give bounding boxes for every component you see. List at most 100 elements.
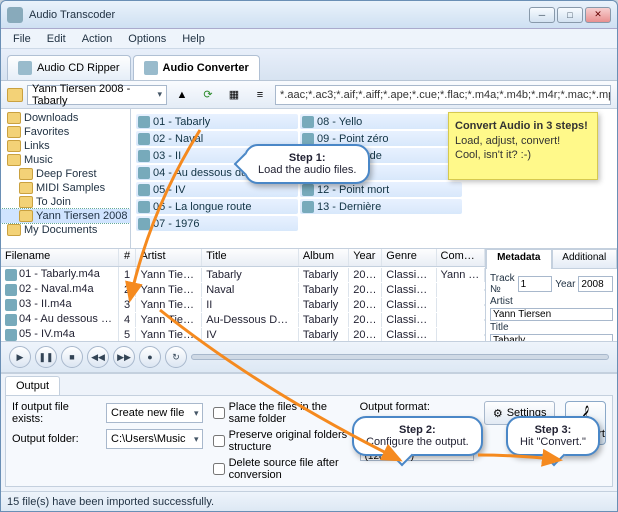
folder-icon (19, 196, 33, 208)
record-button[interactable]: ● (139, 346, 161, 368)
table-row[interactable]: 05 - IV.m4a5Yann TiersenIVTabarly2008Cla… (1, 327, 485, 341)
col-album[interactable]: Album (299, 249, 349, 266)
callout-step3: Step 3:Hit "Convert." (506, 416, 600, 456)
col-genre[interactable]: Genre (382, 249, 436, 266)
cd-icon (18, 61, 32, 75)
file-item[interactable]: 01 - Tabarly (136, 114, 298, 129)
col-num[interactable]: # (119, 249, 137, 266)
audio-file-icon (138, 167, 150, 179)
chk-same-folder[interactable] (213, 407, 225, 419)
table-row[interactable]: 03 - II.m4a3Yann TiersenIITabarly2008Cla… (1, 297, 485, 312)
tab-metadata[interactable]: Metadata (486, 249, 552, 269)
year-input[interactable] (578, 276, 613, 292)
track-input[interactable] (518, 276, 553, 292)
loop-button[interactable]: ↻ (165, 346, 187, 368)
folder-icon (19, 168, 33, 180)
title-input[interactable] (490, 334, 613, 341)
col-filename[interactable]: Filename (1, 249, 119, 266)
convert-icon (144, 61, 158, 75)
table-row[interactable]: 04 - Au dessous du v…4Yann TiersenAu-Des… (1, 312, 485, 327)
menubar: FileEditActionOptionsHelp (1, 29, 617, 49)
titlebar[interactable]: Audio Transcoder ─ □ ✕ (1, 1, 617, 29)
exists-combo[interactable]: Create new file (106, 403, 203, 423)
minimize-button[interactable]: ─ (529, 7, 555, 23)
col-year[interactable]: Year (349, 249, 382, 266)
artist-label: Artist (490, 296, 613, 307)
next-button[interactable]: ▶▶ (113, 346, 135, 368)
year-label: Year (555, 279, 575, 290)
tree-item[interactable]: Yann Tiersen 2008 - Tabarly (1, 209, 130, 223)
tree-item[interactable]: MIDI Samples (1, 181, 130, 195)
menu-action[interactable]: Action (76, 31, 119, 47)
format-label: Output format: (360, 401, 474, 413)
audio-file-icon (138, 218, 150, 230)
file-item[interactable]: 13 - Dernière (300, 199, 462, 214)
audio-file-icon (302, 184, 314, 196)
file-item[interactable]: 06 - La longue route (136, 199, 298, 214)
col-composer[interactable]: Composer (437, 249, 485, 266)
tree-item[interactable]: Favorites (1, 125, 130, 139)
col-title[interactable]: Title (202, 249, 299, 266)
pause-button[interactable]: ❚❚ (35, 346, 57, 368)
gear-icon: ⚙ (493, 407, 503, 420)
audio-file-icon (5, 269, 17, 281)
maximize-button[interactable]: □ (557, 7, 583, 23)
title-label: Title (490, 322, 613, 333)
close-button[interactable]: ✕ (585, 7, 611, 23)
chk-preserve[interactable] (213, 435, 225, 447)
menu-edit[interactable]: Edit (41, 31, 72, 47)
track-label: Track № (490, 273, 515, 295)
list-view-button[interactable]: ≡ (249, 84, 271, 106)
player-bar: ▶ ❚❚ ■ ◀◀ ▶▶ ● ↻ (1, 341, 617, 373)
tab-audio-converter[interactable]: Audio Converter (133, 55, 260, 80)
prev-button[interactable]: ◀◀ (87, 346, 109, 368)
window-title: Audio Transcoder (29, 9, 529, 21)
menu-options[interactable]: Options (122, 31, 172, 47)
file-item[interactable]: 07 - 1976 (136, 216, 298, 231)
table-row[interactable]: 02 - Naval.m4a2Yann TiersenNavalTabarly2… (1, 282, 485, 297)
folder-tree[interactable]: DownloadsFavoritesLinksMusicDeep ForestM… (1, 109, 131, 248)
status-text: 15 file(s) have been imported successful… (7, 496, 214, 508)
tree-item[interactable]: Downloads (1, 111, 130, 125)
play-button[interactable]: ▶ (9, 346, 31, 368)
audio-file-icon (138, 201, 150, 213)
status-bar: 15 file(s) have been imported successful… (1, 491, 617, 511)
main-area: Filename # Artist Title Album Year Genre… (1, 249, 617, 341)
audio-file-icon (138, 184, 150, 196)
tree-item[interactable]: Music (1, 153, 130, 167)
tree-item[interactable]: Links (1, 139, 130, 153)
tab-cd-ripper[interactable]: Audio CD Ripper (7, 55, 131, 80)
folder-icon (7, 112, 21, 124)
grid-view-button[interactable]: ▦ (223, 84, 245, 106)
folder-label: Output folder: (12, 433, 102, 445)
folder-combo[interactable]: Yann Tiersen 2008 - Tabarly (27, 85, 167, 105)
audio-file-icon (302, 116, 314, 128)
file-item[interactable]: 08 - Yello (300, 114, 462, 129)
chk-delete[interactable] (213, 463, 225, 475)
tree-item[interactable]: To Join (1, 195, 130, 209)
audio-file-icon (138, 150, 150, 162)
output-tab[interactable]: Output (5, 376, 60, 395)
up-folder-button[interactable]: ▲ (171, 84, 193, 106)
output-folder-combo[interactable]: C:\Users\Music (106, 429, 203, 449)
grid-body[interactable]: 01 - Tabarly.m4a1Yann TiersenTabarlyTaba… (1, 267, 485, 341)
col-artist[interactable]: Artist (136, 249, 202, 266)
seek-slider[interactable] (191, 354, 609, 360)
tree-item[interactable]: My Documents (1, 223, 130, 237)
audio-file-icon (5, 329, 17, 341)
file-filter-combo[interactable]: *.aac;*.ac3;*.aif;*.aiff;*.ape;*.cue;*.f… (275, 85, 611, 105)
file-item[interactable]: 12 - Point mort (300, 182, 462, 197)
menu-help[interactable]: Help (176, 31, 211, 47)
file-item[interactable]: 05 - IV (136, 182, 298, 197)
metadata-panel: Metadata Additional Track № Year Artist … (485, 249, 617, 341)
grid-header[interactable]: Filename # Artist Title Album Year Genre… (1, 249, 485, 267)
tree-item[interactable]: Deep Forest (1, 167, 130, 181)
artist-input[interactable] (490, 308, 613, 321)
track-grid: Filename # Artist Title Album Year Genre… (1, 249, 485, 341)
stop-button[interactable]: ■ (61, 346, 83, 368)
menu-file[interactable]: File (7, 31, 37, 47)
tab-additional[interactable]: Additional (552, 249, 618, 269)
folder-icon (7, 88, 23, 102)
table-row[interactable]: 01 - Tabarly.m4a1Yann TiersenTabarlyTaba… (1, 267, 485, 282)
refresh-button[interactable]: ⟳ (197, 84, 219, 106)
